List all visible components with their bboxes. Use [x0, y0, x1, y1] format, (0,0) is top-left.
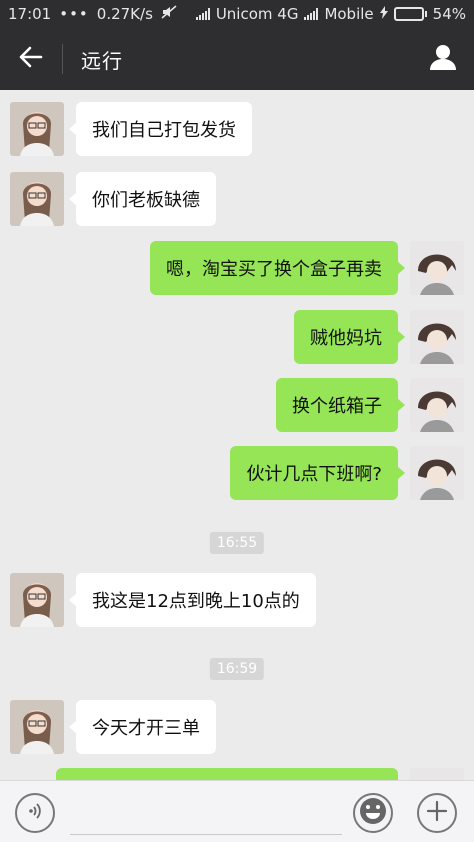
arrow-left-icon [19, 46, 43, 72]
header-divider [62, 44, 63, 74]
avatar[interactable] [410, 768, 464, 780]
more-options-button[interactable] [417, 793, 457, 833]
emoji-button[interactable] [353, 793, 393, 833]
status-bar: 17:01 ••• 0.27K/s Unicom 4G Mobile 54% [0, 0, 474, 28]
carrier-1: Unicom 4G [215, 5, 299, 23]
avatar[interactable] [410, 446, 464, 500]
message-bubble[interactable]: 你们老板缺德 [69, 172, 216, 226]
avatar[interactable] [10, 172, 64, 226]
person-icon [429, 43, 457, 75]
voice-icon [25, 801, 45, 825]
back-button[interactable] [0, 28, 62, 90]
message-bubble[interactable]: 伙计几点下班啊? [230, 446, 405, 500]
carrier-2: Mobile [324, 5, 374, 23]
chat-header: 远行 [0, 28, 474, 90]
signal-icon-2 [304, 8, 319, 20]
net-speed: 0.27K/s [96, 5, 153, 23]
battery-percent: 54% [432, 5, 466, 23]
message-input[interactable] [70, 791, 342, 835]
message-list[interactable]: 我们自己打包发货 你们老板缺德 嗯，淘宝买了换个盒子再卖 贼他妈坑 换个纸箱子 … [0, 90, 474, 780]
avatar[interactable] [410, 378, 464, 432]
message-bubble[interactable]: 换个纸箱子 [276, 378, 405, 432]
page-title: 远行 [81, 48, 123, 73]
input-bar [0, 780, 474, 842]
status-time: 17:01 [8, 5, 52, 23]
voice-button[interactable] [15, 793, 55, 833]
message-bubble[interactable]: 我这是12点到晚上10点的 [69, 573, 316, 627]
avatar[interactable] [410, 310, 464, 364]
message-bubble[interactable]: 嗯，淘宝买了换个盒子再卖 [150, 241, 405, 295]
battery-icon [393, 7, 427, 21]
notification-dots-icon: ••• [59, 5, 89, 23]
avatar[interactable] [410, 241, 464, 295]
charging-icon [379, 5, 388, 23]
message-bubble[interactable]: 今天才开三单 [69, 700, 216, 754]
message-bubble[interactable]: 贼他妈坑 [294, 310, 405, 364]
message-bubble[interactable] [56, 768, 398, 780]
avatar[interactable] [10, 700, 64, 754]
avatar[interactable] [10, 573, 64, 627]
profile-button[interactable] [412, 28, 474, 90]
signal-icon [195, 8, 210, 20]
timestamp: 16:55 [209, 532, 265, 554]
smiley-icon [358, 796, 388, 830]
message-bubble[interactable]: 我们自己打包发货 [69, 102, 252, 156]
avatar[interactable] [10, 102, 64, 156]
plus-icon [426, 800, 448, 826]
timestamp: 16:59 [209, 658, 265, 680]
mute-icon [161, 5, 177, 23]
